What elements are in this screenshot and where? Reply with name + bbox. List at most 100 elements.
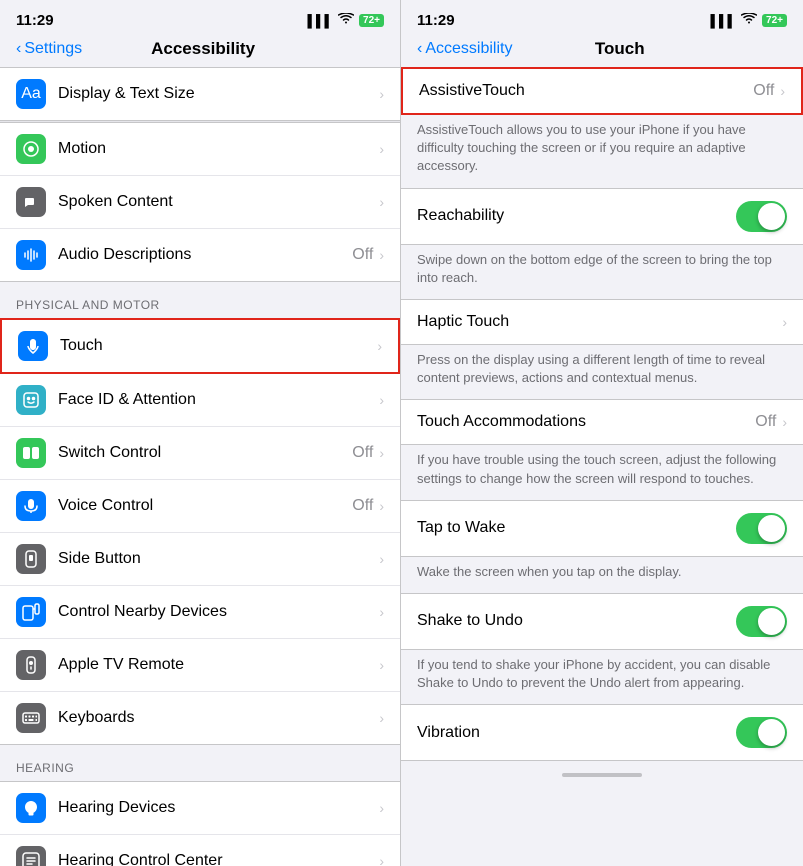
vibration-toggle[interactable] bbox=[736, 717, 787, 748]
left-nav-bar: ‹ Settings Accessibility bbox=[0, 35, 400, 67]
voice-control-label: Voice Control bbox=[58, 497, 352, 515]
assistive-touch-value: Off bbox=[753, 82, 774, 100]
keyboards-item[interactable]: Keyboards › bbox=[0, 692, 400, 744]
reachability-desc: Swipe down on the bottom edge of the scr… bbox=[401, 245, 803, 299]
assistive-touch-label: AssistiveTouch bbox=[419, 82, 753, 100]
right-scroll-bar bbox=[562, 773, 642, 777]
hearing-devices-chevron-icon: › bbox=[379, 800, 384, 816]
left-back-button[interactable]: ‹ Settings bbox=[16, 40, 82, 58]
assistive-touch-container: AssistiveTouch Off › bbox=[401, 67, 803, 115]
hearing-devices-icon bbox=[16, 793, 46, 823]
voice-control-value: Off bbox=[352, 497, 373, 515]
audio-descriptions-item[interactable]: Audio Descriptions Off › bbox=[0, 229, 400, 281]
vibration-item[interactable]: Vibration bbox=[401, 705, 803, 760]
control-nearby-chevron-icon: › bbox=[379, 604, 384, 620]
right-scroll-indicator bbox=[401, 761, 803, 789]
reachability-item[interactable]: Reachability bbox=[401, 189, 803, 244]
tap-wake-toggle-thumb bbox=[758, 515, 785, 542]
reachability-label: Reachability bbox=[417, 207, 736, 225]
hearing-control-icon bbox=[16, 846, 46, 866]
hearing-devices-item[interactable]: Hearing Devices › bbox=[0, 782, 400, 835]
shake-undo-toggle-thumb bbox=[758, 608, 785, 635]
touch-accom-item[interactable]: Touch Accommodations Off › bbox=[401, 400, 803, 444]
side-button-label: Side Button bbox=[58, 550, 379, 568]
keyboards-label: Keyboards bbox=[58, 709, 379, 727]
right-signal-icon: ▌▌▌ bbox=[711, 14, 737, 28]
shake-undo-group: Shake to Undo bbox=[401, 593, 803, 650]
apple-tv-item[interactable]: Apple TV Remote › bbox=[0, 639, 400, 692]
physical-items-group: Face ID & Attention › Switch Control Off… bbox=[0, 374, 400, 745]
motion-item[interactable]: Motion › bbox=[0, 123, 400, 176]
vibration-group: Vibration bbox=[401, 704, 803, 761]
switch-control-value: Off bbox=[352, 444, 373, 462]
left-time: 11:29 bbox=[16, 12, 54, 29]
spoken-content-item[interactable]: Spoken Content › bbox=[0, 176, 400, 229]
switch-control-item[interactable]: Switch Control Off › bbox=[0, 427, 400, 480]
left-settings-scroll[interactable]: Aa Display & Text Size › Motion › bbox=[0, 67, 400, 866]
right-back-button[interactable]: ‹ Accessibility bbox=[417, 40, 512, 58]
control-nearby-item[interactable]: Control Nearby Devices › bbox=[0, 586, 400, 639]
shake-undo-item[interactable]: Shake to Undo bbox=[401, 594, 803, 649]
back-chevron-icon: ‹ bbox=[16, 40, 21, 58]
side-button-icon bbox=[16, 544, 46, 574]
motion-label: Motion bbox=[58, 140, 379, 158]
control-nearby-label: Control Nearby Devices bbox=[58, 603, 379, 621]
shake-undo-toggle[interactable] bbox=[736, 606, 787, 637]
spoken-content-icon bbox=[16, 187, 46, 217]
face-id-item[interactable]: Face ID & Attention › bbox=[0, 374, 400, 427]
hearing-control-chevron-icon: › bbox=[379, 853, 384, 866]
motion-icon bbox=[16, 134, 46, 164]
touch-label: Touch bbox=[60, 337, 377, 355]
touch-settings-scroll[interactable]: AssistiveTouch Off › AssistiveTouch allo… bbox=[401, 67, 803, 866]
tap-wake-item[interactable]: Tap to Wake bbox=[401, 501, 803, 556]
face-id-icon bbox=[16, 385, 46, 415]
touch-accom-group: Touch Accommodations Off › bbox=[401, 399, 803, 445]
top-items-group: Motion › Spoken Content › bbox=[0, 122, 400, 282]
control-nearby-icon bbox=[16, 597, 46, 627]
physical-section-header: Physical and Motor bbox=[0, 282, 400, 318]
assistive-touch-item[interactable]: AssistiveTouch Off › bbox=[403, 69, 801, 113]
side-button-item[interactable]: Side Button › bbox=[0, 533, 400, 586]
tap-wake-desc: Wake the screen when you tap on the disp… bbox=[401, 557, 803, 593]
touch-item[interactable]: Touch › bbox=[2, 320, 398, 372]
apple-tv-chevron-icon: › bbox=[379, 657, 384, 673]
tap-wake-toggle[interactable] bbox=[736, 513, 787, 544]
voice-control-icon bbox=[16, 491, 46, 521]
side-button-chevron-icon: › bbox=[379, 551, 384, 567]
reachability-group: Reachability bbox=[401, 188, 803, 245]
vibration-label: Vibration bbox=[417, 724, 736, 742]
left-status-bar: 11:29 ▌▌▌ 72+ bbox=[0, 0, 400, 35]
left-status-icons: ▌▌▌ 72+ bbox=[308, 13, 384, 28]
touch-accom-label: Touch Accommodations bbox=[417, 413, 755, 431]
right-back-label: Accessibility bbox=[425, 40, 512, 58]
touch-accom-value: Off bbox=[755, 413, 776, 431]
hearing-items-group: Hearing Devices › Hearing Control Center… bbox=[0, 781, 400, 866]
signal-icon: ▌▌▌ bbox=[308, 14, 334, 28]
right-status-icons: ▌▌▌ 72+ bbox=[711, 13, 787, 28]
right-back-chevron-icon: ‹ bbox=[417, 40, 422, 58]
assistive-touch-chevron-icon: › bbox=[780, 83, 785, 99]
hearing-section-header: Hearing bbox=[0, 745, 400, 781]
haptic-touch-item[interactable]: Haptic Touch › bbox=[401, 300, 803, 344]
left-battery: 72+ bbox=[359, 14, 384, 27]
touch-icon bbox=[18, 331, 48, 361]
haptic-touch-chevron-icon: › bbox=[782, 314, 787, 330]
audio-desc-label: Audio Descriptions bbox=[58, 246, 352, 264]
spoken-content-label: Spoken Content bbox=[58, 193, 379, 211]
left-back-label: Settings bbox=[24, 40, 82, 58]
apple-tv-icon bbox=[16, 650, 46, 680]
partial-group: Aa Display & Text Size › bbox=[0, 67, 400, 121]
haptic-touch-desc: Press on the display using a different l… bbox=[401, 345, 803, 399]
tap-wake-group: Tap to Wake bbox=[401, 500, 803, 557]
right-time: 11:29 bbox=[417, 12, 455, 29]
face-id-label: Face ID & Attention bbox=[58, 391, 379, 409]
left-panel: 11:29 ▌▌▌ 72+ ‹ Settings Accessibility bbox=[0, 0, 401, 866]
right-nav-bar: ‹ Accessibility Touch bbox=[401, 35, 803, 67]
hearing-control-center-item[interactable]: Hearing Control Center › bbox=[0, 835, 400, 866]
display-text-item[interactable]: Aa Display & Text Size › bbox=[0, 68, 400, 120]
voice-control-item[interactable]: Voice Control Off › bbox=[0, 480, 400, 533]
haptic-touch-label: Haptic Touch bbox=[417, 313, 782, 331]
assistive-touch-desc: AssistiveTouch allows you to use your iP… bbox=[401, 115, 803, 188]
reachability-toggle[interactable] bbox=[736, 201, 787, 232]
right-nav-title: Touch bbox=[595, 39, 645, 59]
